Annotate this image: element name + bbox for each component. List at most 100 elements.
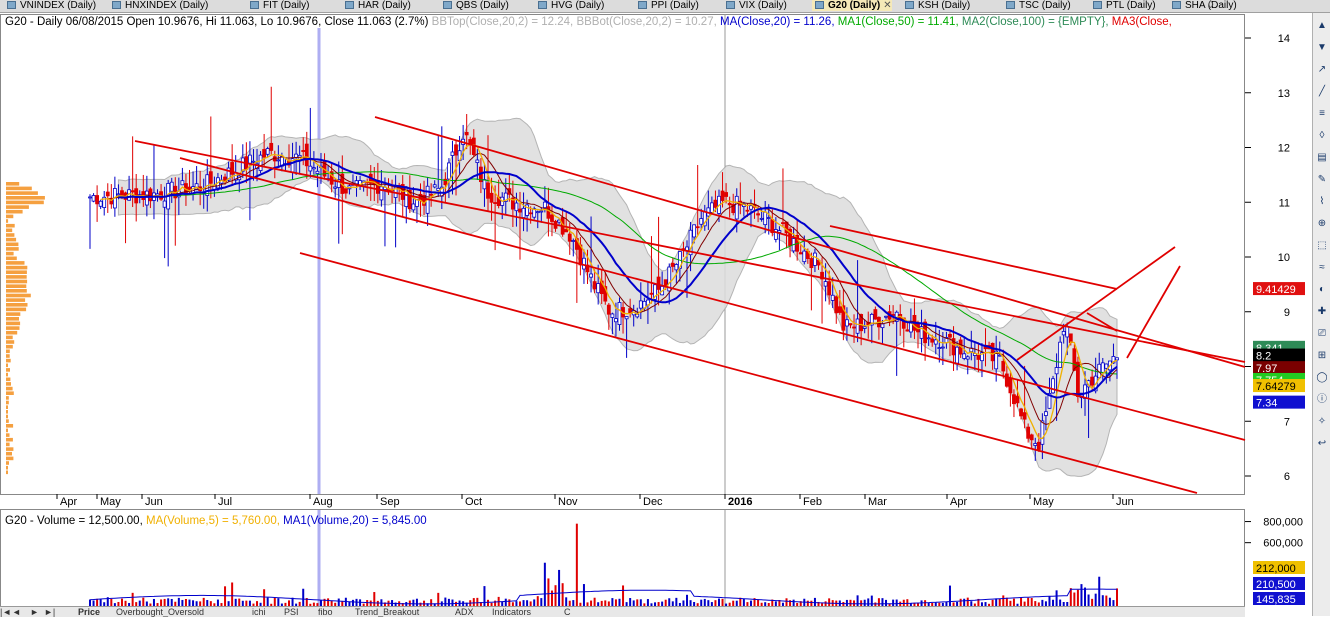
volume-bar: [721, 598, 724, 606]
volume-profile-bar: [6, 363, 8, 368]
ma100-label: MA2(Close,100) = {EMPTY},: [962, 16, 1109, 28]
drawing-tool-icon[interactable]: ╱: [1315, 85, 1329, 99]
drawing-tool-icon[interactable]: ⌇: [1315, 195, 1329, 209]
price-chart[interactable]: 14131211109876AprMayJunJulAugSepOctNovDe…: [0, 13, 1312, 619]
tab-label: HVG (Daily): [551, 0, 605, 11]
tab-label: PTL (Daily): [1106, 0, 1156, 11]
volume-bar: [547, 578, 550, 606]
tab-hnxindex[interactable]: HNXINDEX (Daily): [109, 0, 208, 11]
volume-bar: [881, 598, 884, 606]
volume-value-text: 145,835: [1256, 594, 1296, 606]
volume-profile-bar: [6, 275, 27, 279]
volume-bar: [263, 589, 266, 606]
volume-profile-bar: [6, 391, 14, 395]
volume-bar: [1091, 598, 1094, 606]
candle-body: [781, 222, 785, 225]
candle-body: [1061, 331, 1066, 336]
candle-body: [976, 355, 981, 360]
volume-profile-bar: [6, 270, 27, 274]
volume-bar: [629, 598, 632, 606]
volume-bar: [1002, 595, 1005, 606]
tab-har[interactable]: HAR (Daily): [342, 0, 411, 11]
chart-tab-icon: [345, 1, 354, 9]
candle-body: [845, 319, 849, 327]
volume-bar: [302, 588, 305, 606]
volume-profile-bar: [6, 461, 9, 465]
tab-label: TSC (Daily): [1019, 0, 1071, 11]
drawing-tool-icon[interactable]: ≡: [1315, 107, 1329, 121]
tab-ptl[interactable]: PTL (Daily): [1090, 0, 1156, 11]
candle-body: [564, 229, 569, 233]
tab-vix[interactable]: VIX (Daily): [723, 0, 787, 11]
drawing-tool-icon[interactable]: ⊕: [1315, 217, 1329, 231]
close-tab-icon[interactable]: ✕: [883, 0, 891, 11]
tab-vnindex[interactable]: VNINDEX (Daily): [4, 0, 96, 11]
tab-ksh[interactable]: KSH (Daily): [902, 0, 970, 11]
candle-body: [1054, 367, 1059, 375]
candle-body: [606, 304, 611, 315]
drawing-tool-icon[interactable]: ⊞: [1315, 349, 1329, 363]
candle-body: [766, 217, 771, 219]
tab-sha[interactable]: SHA (Daily): [1169, 0, 1237, 11]
drawing-tool-icon[interactable]: ⎚: [1315, 327, 1329, 341]
candle-body: [116, 193, 121, 196]
volume-bar: [131, 592, 134, 606]
drawing-tool-icon[interactable]: ↗: [1315, 63, 1329, 77]
tab-fit[interactable]: FIT (Daily): [247, 0, 309, 11]
tab-label: VIX (Daily): [739, 0, 787, 11]
bbtop-label: BBTop(Close,20,2) = 12.24,: [432, 16, 574, 28]
candle-body: [1068, 333, 1073, 343]
tab-tsc[interactable]: TSC (Daily): [1003, 0, 1071, 11]
candle-body: [848, 323, 853, 326]
drawing-tool-icon[interactable]: ▲: [1315, 19, 1329, 33]
volume-profile-bar: [6, 344, 13, 349]
candle-body: [763, 211, 768, 226]
tab-g20[interactable]: G20 (Daily) ✕: [812, 0, 892, 11]
y-tick-label: 9: [1284, 307, 1290, 319]
candle-body: [294, 153, 299, 158]
drawing-tool-icon[interactable]: ◯: [1315, 371, 1329, 385]
volume-bar: [558, 569, 561, 606]
candle-body: [521, 207, 526, 218]
volume-profile-bar: [6, 419, 9, 423]
drawing-tool-icon[interactable]: ↩: [1315, 437, 1329, 451]
volume-bar: [622, 585, 625, 606]
tab-qbs[interactable]: QBS (Daily): [440, 0, 509, 11]
chart-tab-icon: [538, 1, 547, 9]
candle-body: [709, 202, 714, 213]
tab-hvg[interactable]: HVG (Daily): [535, 0, 604, 11]
volume-bar: [110, 598, 113, 606]
chart-tab-icon: [638, 1, 647, 9]
drawing-tool-icon[interactable]: ⬚: [1315, 239, 1329, 253]
volume-profile-bar: [6, 209, 23, 214]
volume-bar: [614, 599, 617, 606]
x-tick-label: May: [1033, 496, 1054, 508]
candle-body: [1072, 348, 1077, 371]
candle-body: [724, 192, 729, 197]
volume-bar: [142, 597, 145, 606]
chart-tab-icon: [1093, 1, 1102, 9]
volume-profile-bar: [6, 317, 19, 321]
drawing-tool-icon[interactable]: ▤: [1315, 151, 1329, 165]
drawing-tool-icon[interactable]: ◐: [1315, 283, 1329, 297]
candle-body: [798, 252, 803, 255]
candle-body: [518, 208, 522, 213]
drawing-tool-icon[interactable]: ✧: [1315, 415, 1329, 429]
ma50-label: MA1(Close,50) = 11.41,: [838, 16, 959, 28]
candle-body: [1065, 326, 1070, 338]
drawing-tool-icon[interactable]: ⓘ: [1315, 393, 1329, 407]
volume-profile-bar: [6, 289, 27, 293]
volume-bar: [717, 598, 720, 606]
tab-ppi[interactable]: PPI (Daily): [635, 0, 699, 11]
y-tick-label: 12: [1278, 143, 1290, 155]
add-tab-button[interactable]: ◊: [1208, 0, 1213, 11]
drawing-tool-icon[interactable]: ◊: [1315, 129, 1329, 143]
volume-bar: [177, 597, 180, 606]
drawing-tool-icon[interactable]: ✚: [1315, 305, 1329, 319]
x-tick-label: Apr: [60, 496, 77, 508]
drawing-tool-icon[interactable]: ✎: [1315, 173, 1329, 187]
candle-body: [169, 181, 174, 192]
drawing-tool-icon[interactable]: ≈: [1315, 261, 1329, 275]
volume-profile-bar: [6, 219, 9, 223]
drawing-tool-icon[interactable]: ▼: [1315, 41, 1329, 55]
